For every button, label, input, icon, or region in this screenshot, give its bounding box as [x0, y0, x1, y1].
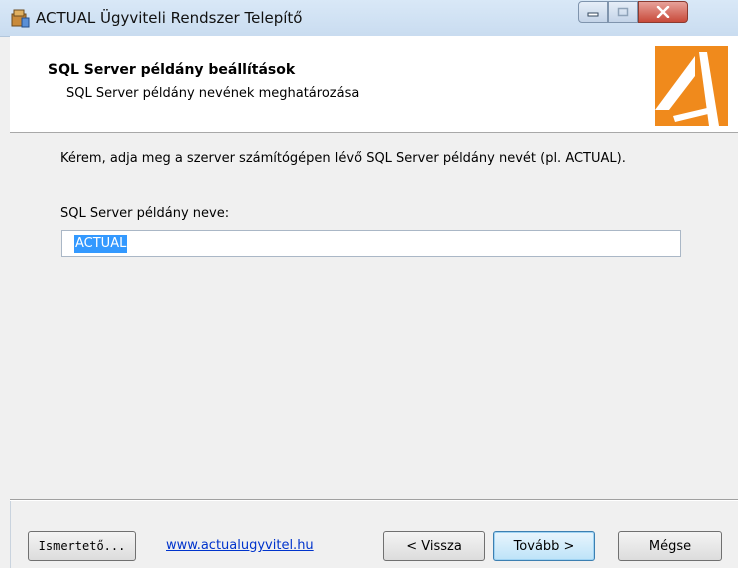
page-title: SQL Server példány beállítások — [48, 62, 296, 78]
minimize-button[interactable] — [578, 1, 608, 23]
instruction-text: Kérem, adja meg a szerver számítógépen l… — [60, 151, 626, 166]
next-button[interactable]: Tovább > — [493, 531, 595, 561]
close-icon — [639, 2, 687, 22]
minimize-icon — [579, 2, 607, 22]
wizard-body — [10, 133, 738, 499]
cancel-button[interactable]: Mégse — [618, 531, 722, 561]
back-button[interactable]: < Vissza — [383, 531, 485, 561]
wizard-header: SQL Server példány beállítások SQL Serve… — [10, 36, 738, 133]
actual-logo — [655, 46, 728, 126]
maximize-icon — [609, 2, 637, 22]
window-title: ACTUAL Ügyviteli Rendszer Telepítő — [36, 9, 303, 27]
instance-name-value: ACTUAL — [74, 235, 128, 253]
instance-name-label: SQL Server példány neve: — [60, 206, 230, 221]
instance-name-input[interactable]: ACTUAL — [61, 230, 681, 257]
maximize-button[interactable] — [608, 1, 638, 23]
footer-separator — [10, 499, 738, 501]
title-bar[interactable]: ACTUAL Ügyviteli Rendszer Telepítő — [0, 0, 738, 37]
installer-app-icon — [11, 9, 30, 28]
readme-button[interactable]: Ismertető... — [28, 531, 136, 561]
website-link[interactable]: www.actualugyvitel.hu — [166, 538, 314, 553]
page-subtitle: SQL Server példány nevének meghatározása — [66, 86, 360, 101]
close-button[interactable] — [638, 1, 688, 23]
installer-window: ACTUAL Ügyviteli Rendszer Telepítő SQL S… — [0, 0, 738, 568]
